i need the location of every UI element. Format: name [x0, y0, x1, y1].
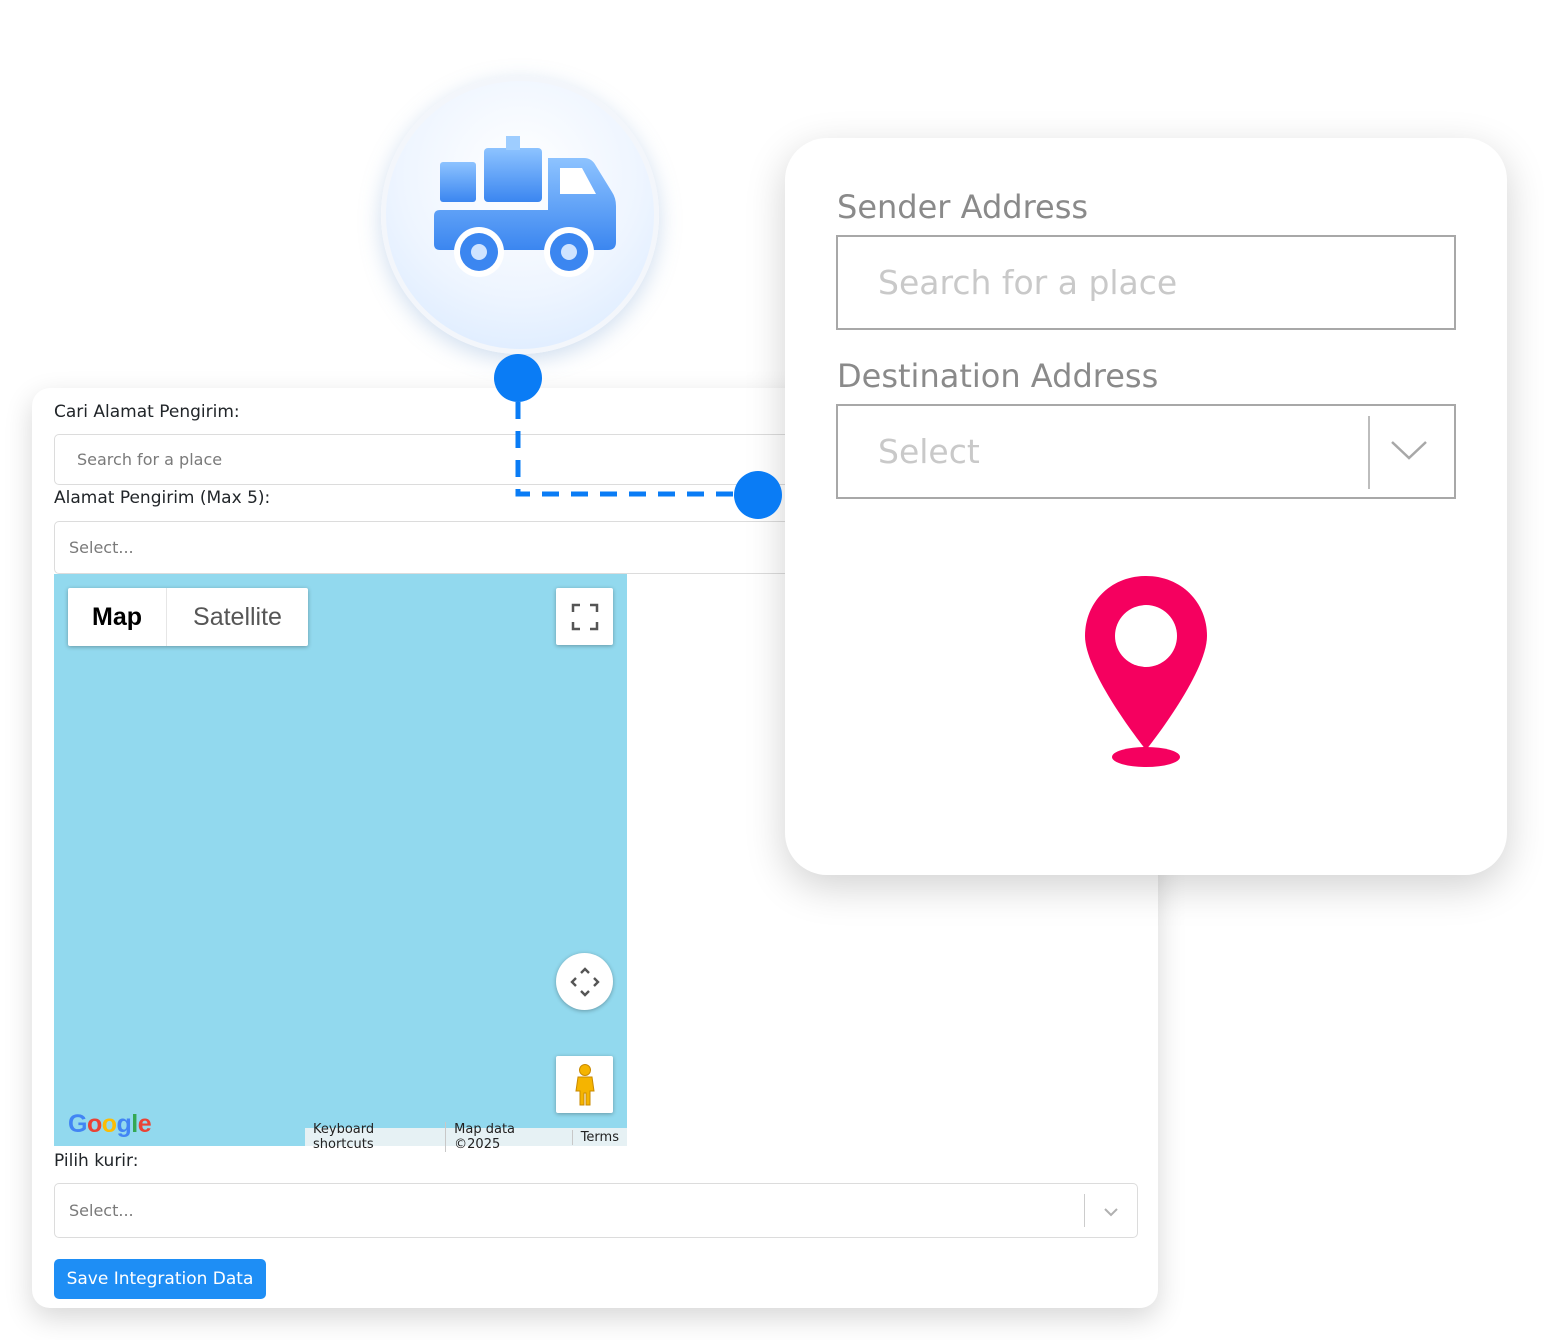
connector-overlay — [494, 354, 782, 519]
dashed-connector-line — [515, 402, 740, 497]
connector-dot-right — [734, 471, 782, 519]
connector-dot-top — [494, 354, 542, 402]
